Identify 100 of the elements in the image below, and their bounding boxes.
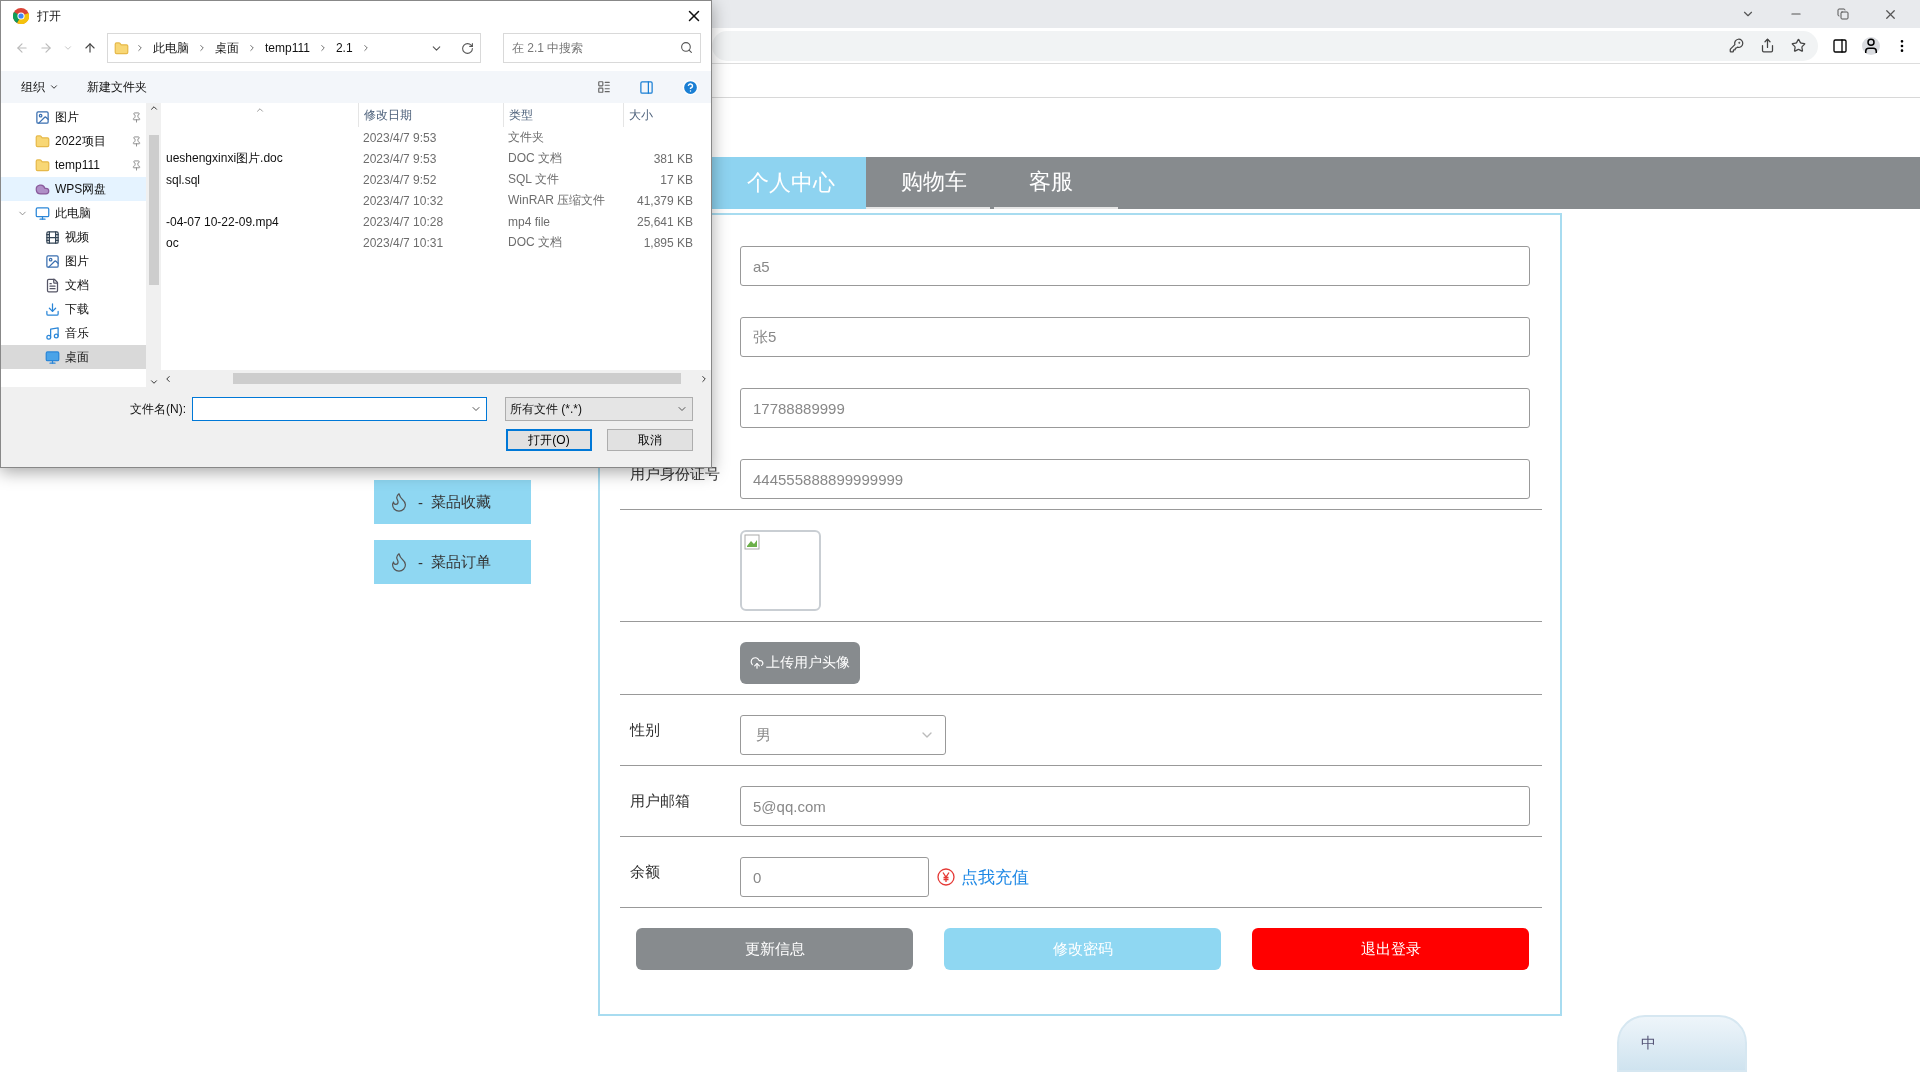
dialog-button[interactable]: 打开(O): [506, 429, 592, 451]
field-label: 余额: [629, 862, 661, 882]
filename-field[interactable]: [192, 397, 487, 421]
toolbar-button[interactable]: 组织: [21, 78, 59, 96]
file-row[interactable]: oc 2023/4/7 10:31 DOC 文档 1,895 KB: [161, 232, 711, 253]
file-name: ueshengxinxi图片.doc: [165, 150, 284, 167]
file-type: SQL 文件: [507, 171, 560, 188]
nav-pane-item[interactable]: 音乐: [1, 321, 146, 345]
pin-icon: [131, 111, 142, 123]
file-size: 17 KB: [659, 172, 693, 187]
nav-pane-item[interactable]: 下载: [1, 297, 146, 321]
file-date: 2023/4/7 9:53: [362, 130, 438, 145]
breadcrumb-bar[interactable]: 此电脑 桌面 temp111 2.1: [107, 33, 481, 63]
field-label: 性别: [628, 720, 661, 740]
scrollbar-thumb[interactable]: [148, 135, 159, 285]
column-header[interactable]: 大小: [623, 103, 693, 127]
desktop-icon: [45, 349, 60, 365]
folder-icon: [114, 40, 129, 56]
folder-icon: [35, 157, 50, 173]
breadcrumb-item[interactable]: 此电脑: [151, 39, 191, 57]
sidebar-item[interactable]: - 菜品收藏: [374, 480, 531, 524]
scroll-up-icon[interactable]: [148, 103, 159, 113]
nav-pane-item[interactable]: 2022项目: [1, 129, 146, 153]
scroll-right-icon[interactable]: [699, 373, 709, 384]
item-label: 菜品订单: [431, 552, 491, 572]
file-size: 1,895 KB: [642, 235, 693, 250]
up-icon[interactable]: [83, 41, 97, 55]
help-icon[interactable]: [682, 78, 699, 96]
nav-pane-item[interactable]: temp111: [1, 153, 146, 177]
item-label: 菜品收藏: [431, 492, 491, 512]
download-icon: [45, 301, 60, 317]
text-field[interactable]: 5@qq.com: [740, 786, 1530, 826]
field-label: 用户邮箱: [629, 791, 691, 811]
chevron-icon: [247, 43, 257, 53]
file-row[interactable]: 2023/4/7 10:32 WinRAR 压缩文件 41,379 KB: [161, 190, 711, 211]
sidebar-item[interactable]: - 菜品订单: [374, 540, 531, 584]
file-date: 2023/4/7 10:28: [362, 214, 445, 229]
browser-logo-icon: [13, 8, 29, 24]
file-type: DOC 文档: [507, 234, 563, 251]
column-header[interactable]: 修改日期: [358, 103, 503, 127]
file-date: 2023/4/7 10:31: [362, 235, 445, 250]
nav-pane-item[interactable]: 图片: [1, 249, 146, 273]
ime-indicator[interactable]: 中: [1617, 1015, 1747, 1072]
file-name: oc: [165, 235, 180, 250]
toolbar-button[interactable]: 新建文件夹: [87, 78, 147, 96]
file-name: -04-07 10-22-09.mp4: [165, 214, 280, 229]
file-row[interactable]: sql.sql 2023/4/7 9:52 SQL 文件 17 KB: [161, 169, 711, 190]
form-button[interactable]: 退出登录: [1252, 928, 1529, 970]
search-field[interactable]: 在 2.1 中搜索: [503, 33, 701, 63]
nav-pane-item[interactable]: 图片: [1, 105, 146, 129]
side-panel-icon[interactable]: [1832, 37, 1848, 54]
profile-icon[interactable]: [1862, 36, 1880, 55]
nav-pane-item[interactable]: 桌面: [1, 345, 146, 369]
text-field[interactable]: 444555888899999999: [740, 459, 1530, 499]
refresh-icon[interactable]: [461, 41, 474, 55]
bookmark-icon[interactable]: [1791, 38, 1806, 53]
scroll-left-icon[interactable]: [163, 373, 173, 384]
column-header[interactable]: 类型: [503, 103, 623, 127]
balance-field[interactable]: 0: [740, 857, 929, 897]
document-icon: [45, 277, 60, 293]
file-row[interactable]: -04-07 10-22-09.mp4 2023/4/7 10:28 mp4 file 25,641 KB: [161, 211, 711, 232]
recharge-link[interactable]: 点我充值: [961, 865, 1029, 889]
file-date: 2023/4/7 9:52: [362, 172, 438, 187]
item-dash: -: [418, 553, 423, 571]
file-row[interactable]: 2023/4/7 9:53 文件夹: [161, 127, 711, 148]
file-name: sql.sql: [165, 172, 201, 187]
file-type: WinRAR 压缩文件: [507, 192, 607, 209]
dialog-title: 打开: [37, 7, 61, 25]
cloud-icon: [35, 181, 50, 197]
file-type: 文件夹: [507, 129, 545, 146]
broken-image-icon: [744, 534, 760, 550]
file-row[interactable]: ueshengxinxi图片.doc 2023/4/7 9:53 DOC 文档 381 KB: [161, 148, 711, 169]
gender-select[interactable]: 男: [740, 715, 946, 755]
breadcrumb-item[interactable]: 桌面: [213, 39, 241, 57]
nav-pane-item[interactable]: 视频: [1, 225, 146, 249]
nav-pane-item[interactable]: 此电脑: [1, 201, 146, 225]
scroll-down-icon[interactable]: [148, 377, 159, 387]
file-type: mp4 file: [507, 214, 552, 229]
nav-pane-item[interactable]: WPS网盘: [1, 177, 146, 201]
file-type: DOC 文档: [507, 150, 563, 167]
file-type-select[interactable]: 所有文件 (*.*): [505, 397, 693, 421]
breadcrumb-item[interactable]: 2.1: [333, 41, 355, 55]
chevron-icon: [197, 43, 207, 53]
upload-icon: [750, 656, 764, 670]
scrollbar-thumb[interactable]: [233, 373, 681, 384]
breadcrumb-item[interactable]: temp111: [263, 41, 312, 55]
text-field[interactable]: 17788889999: [740, 388, 1530, 428]
dialog-button[interactable]: 取消: [607, 429, 693, 451]
text-field[interactable]: a5: [740, 246, 1530, 286]
restore-icon[interactable]: [1837, 8, 1849, 20]
share-icon[interactable]: [1760, 38, 1775, 53]
picture-icon: [35, 109, 50, 125]
chevron-icon: [135, 43, 145, 53]
pin-icon: [131, 159, 142, 171]
key-icon[interactable]: [1729, 38, 1744, 53]
view-icon[interactable]: [597, 80, 611, 94]
text-field[interactable]: 张5: [740, 317, 1530, 357]
preview-pane-icon[interactable]: [639, 79, 654, 95]
nav-pane-item[interactable]: 文档: [1, 273, 146, 297]
search-icon: [680, 41, 693, 54]
